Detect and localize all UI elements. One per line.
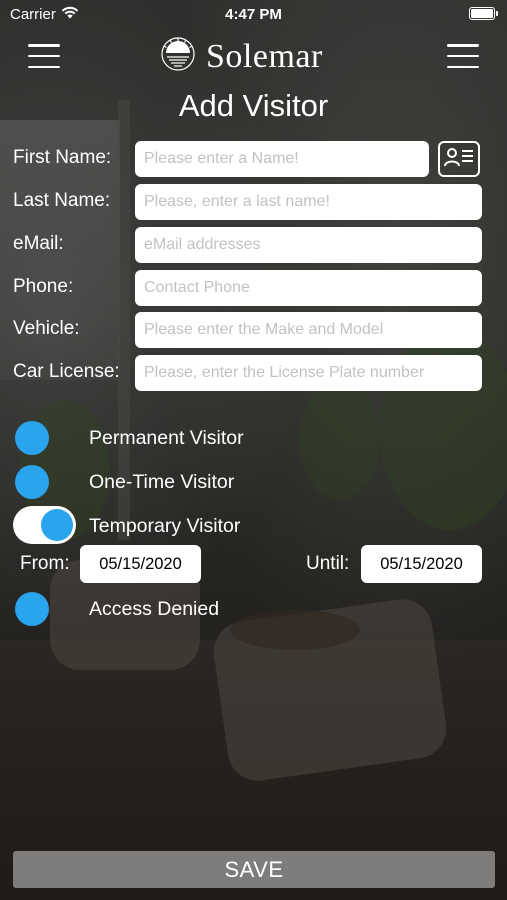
email-label: eMail: (13, 233, 64, 254)
contact-card-icon (443, 145, 475, 174)
access-denied-label: Access Denied (89, 598, 220, 620)
last-name-input[interactable]: Please, enter a last name! (135, 184, 482, 220)
car-license-row: Car License: Please, enter the License P… (0, 355, 507, 391)
one-time-visitor-label: One-Time Visitor (89, 471, 235, 493)
contact-picker-button[interactable] (438, 141, 480, 177)
one-time-visitor-row: One-Time Visitor (0, 463, 507, 499)
brand-logo: Solemar (160, 36, 323, 77)
car-license-label: Car License: (13, 361, 120, 382)
phone-input[interactable]: Contact Phone (135, 270, 482, 306)
last-name-label: Last Name: (13, 190, 111, 211)
temporary-visitor-toggle[interactable] (13, 506, 76, 544)
until-date-field[interactable]: 05/15/2020 (361, 545, 482, 583)
permanent-visitor-toggle[interactable] (15, 421, 49, 455)
car-license-input[interactable]: Please, enter the License Plate number (135, 355, 482, 391)
last-name-row: Last Name: Please, enter a last name! (0, 184, 507, 220)
access-denied-row: Access Denied (0, 590, 507, 626)
phone-label: Phone: (13, 276, 74, 297)
battery-icon (469, 7, 498, 20)
vehicle-input[interactable]: Please enter the Make and Model (135, 312, 482, 348)
brand-name: Solemar (206, 37, 323, 75)
access-denied-toggle[interactable] (15, 592, 49, 626)
first-name-label: First Name: (13, 147, 112, 168)
permanent-visitor-row: Permanent Visitor (0, 419, 507, 455)
temporary-visitor-label: Temporary Visitor (89, 515, 241, 537)
sun-over-water-icon (160, 36, 196, 77)
page-title: Add Visitor (178, 88, 329, 123)
date-range-row: From: 05/15/2020 Until: 05/15/2020 (0, 545, 507, 583)
first-name-input[interactable]: Please enter a Name! (135, 141, 429, 177)
email-input[interactable]: eMail addresses (135, 227, 482, 263)
permanent-visitor-label: Permanent Visitor (89, 427, 244, 449)
from-date-field[interactable]: 05/15/2020 (80, 545, 201, 583)
status-bar: Carrier 4:47 PM (0, 0, 507, 28)
menu-icon[interactable] (28, 44, 60, 68)
email-row: eMail: eMail addresses (0, 227, 507, 263)
first-name-row: First Name: Please enter a Name! (0, 141, 507, 177)
until-label: Until: (306, 553, 350, 574)
one-time-visitor-toggle[interactable] (15, 465, 49, 499)
from-label: From: (20, 553, 70, 574)
vehicle-row: Vehicle: Please enter the Make and Model (0, 312, 507, 348)
vehicle-label: Vehicle: (13, 318, 80, 339)
phone-row: Phone: Contact Phone (0, 270, 507, 306)
options-menu-icon[interactable] (447, 44, 479, 68)
save-button[interactable]: SAVE (13, 851, 495, 888)
clock: 4:47 PM (225, 6, 282, 23)
temporary-visitor-row: Temporary Visitor (0, 505, 507, 544)
